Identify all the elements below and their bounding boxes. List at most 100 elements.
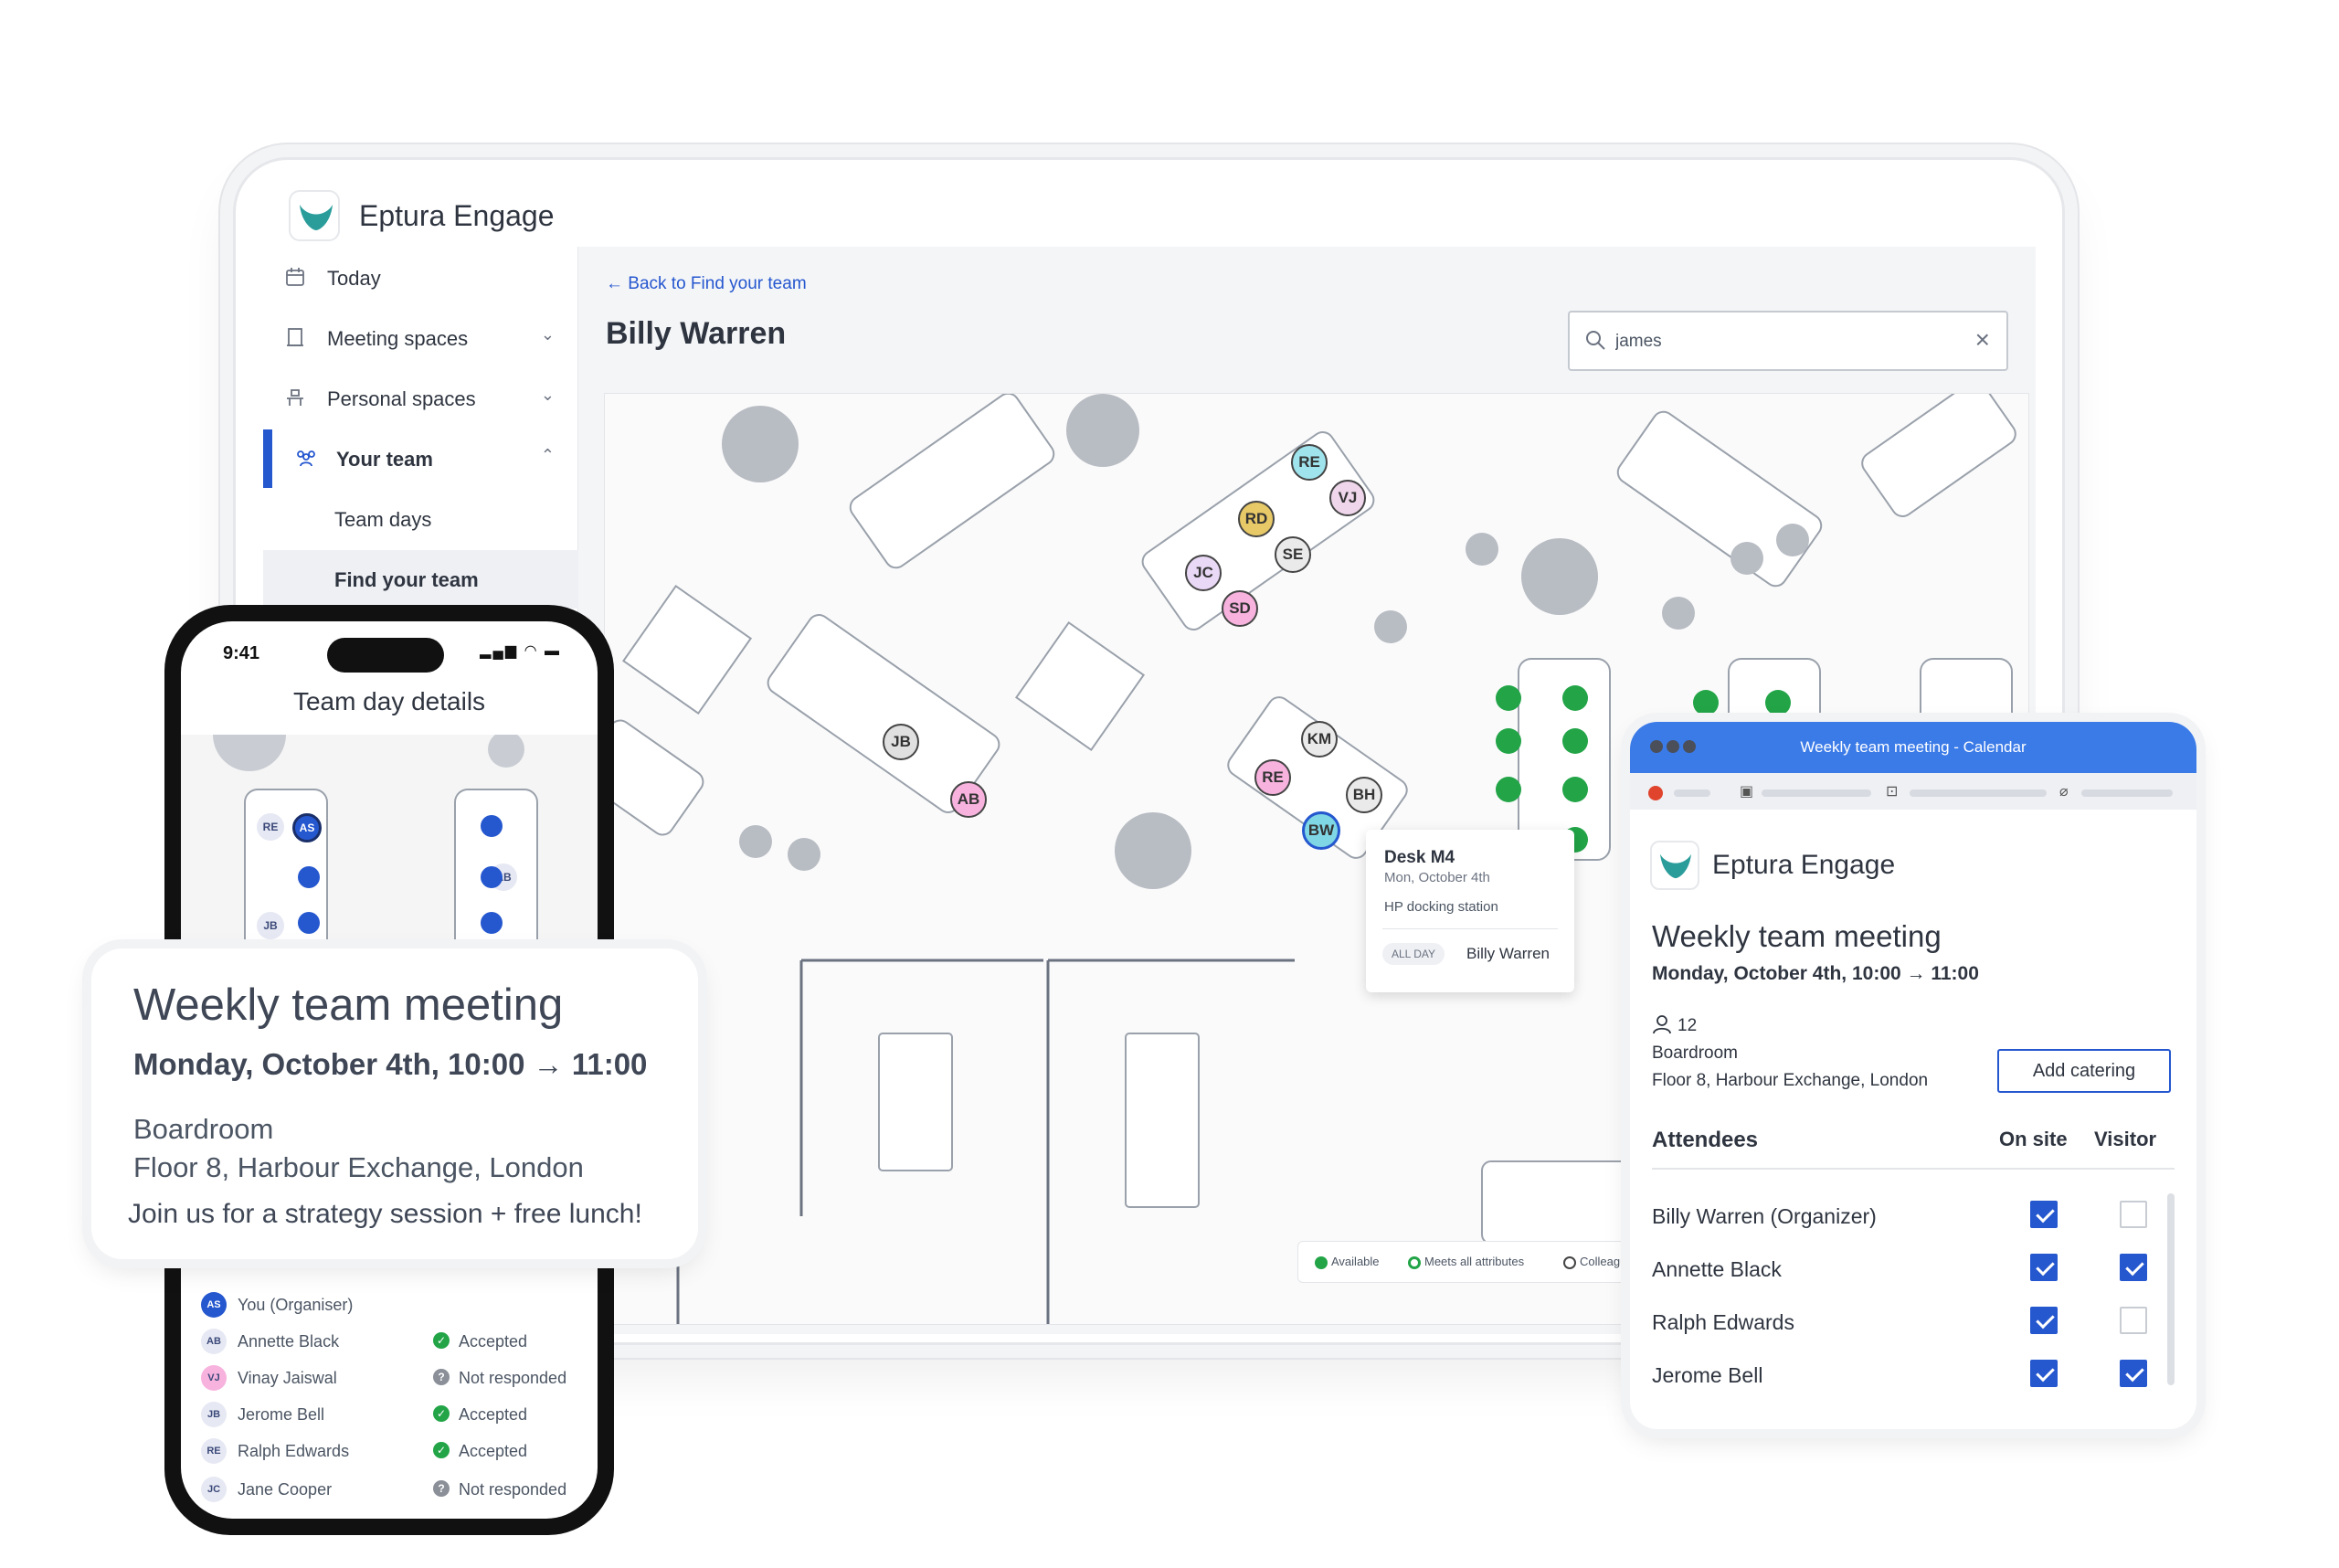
sidebar-item-label: Your team — [336, 448, 433, 471]
attendee-row[interactable]: JB Jerome Bell ✓ Accepted — [201, 1402, 585, 1429]
attendee-row[interactable]: AS You (Organiser) — [201, 1292, 585, 1319]
available-desk-dot[interactable] — [1693, 690, 1719, 715]
on-site-checkbox[interactable] — [2030, 1307, 2058, 1334]
attendee-name: You (Organiser) — [238, 1296, 354, 1314]
avatar[interactable]: BH — [1346, 777, 1382, 813]
available-desk-dot[interactable] — [298, 866, 320, 888]
page-title: Billy Warren — [606, 316, 787, 351]
avatar: JB — [201, 1402, 227, 1427]
desk-info-card[interactable]: Desk M4 Mon, October 4th HP docking stat… — [1366, 830, 1574, 992]
avatar[interactable]: RE — [1254, 759, 1291, 796]
avatar: JC — [201, 1477, 227, 1502]
visitor-checkbox[interactable] — [2120, 1254, 2147, 1281]
available-desk-dot[interactable] — [481, 866, 503, 888]
search-field[interactable]: × — [1568, 311, 2008, 371]
search-icon — [1584, 329, 1606, 355]
desk-equipment: HP docking station — [1384, 899, 1498, 915]
on-site-checkbox[interactable] — [2030, 1360, 2058, 1387]
attendee-row[interactable]: AB Annette Black ✓ Accepted — [201, 1329, 585, 1356]
eptura-logo-icon — [1650, 841, 1699, 890]
avatar[interactable]: JB — [883, 724, 919, 760]
desk-user: Billy Warren — [1466, 945, 1550, 962]
meeting-title: Weekly team meeting — [133, 980, 564, 1030]
sidebar-item-your-team[interactable]: Your team ⌃ — [263, 429, 578, 488]
sidebar-item-find-your-team[interactable]: Find your team — [263, 550, 578, 609]
avatar[interactable]: JB — [257, 912, 284, 939]
attendee-name: Ralph Edwards — [238, 1442, 350, 1460]
avatar[interactable]: BW — [1302, 811, 1340, 850]
chevron-down-icon[interactable]: ⌄ — [541, 386, 555, 405]
window-title: Weekly team meeting - Calendar — [1800, 738, 2027, 756]
meeting-address: Floor 8, Harbour Exchange, London — [133, 1151, 584, 1183]
avatar[interactable]: JC — [1185, 555, 1222, 591]
available-desk-dot[interactable] — [1496, 777, 1521, 802]
record-icon[interactable] — [1648, 786, 1663, 800]
search-input[interactable] — [1615, 327, 1944, 356]
phone-attendee-list: AS You (Organiser) AB Annette Black ✓ Ac… — [181, 1279, 598, 1519]
back-link[interactable]: ← Back to Find your team — [606, 274, 807, 294]
chevron-down-icon[interactable]: ⌄ — [541, 325, 555, 344]
available-desk-dot[interactable] — [1562, 685, 1588, 711]
window-titlebar: Weekly team meeting - Calendar — [1630, 722, 2196, 773]
available-desk-dot[interactable] — [1562, 777, 1588, 802]
avatar: VJ — [201, 1365, 227, 1391]
visitor-checkbox[interactable] — [2120, 1360, 2147, 1387]
attendee-status: Not responded — [459, 1369, 567, 1387]
meeting-room: Boardroom — [1652, 1044, 1738, 1063]
legend-item: Available — [1315, 1255, 1380, 1269]
available-dot-icon — [1315, 1255, 1328, 1269]
attendee-row: Billy Warren (Organizer) — [1652, 1197, 2182, 1234]
sidebar-item-team-days[interactable]: Team days — [263, 490, 578, 548]
on-site-checkbox[interactable] — [2030, 1201, 2058, 1228]
available-desk-dot[interactable] — [1496, 685, 1521, 711]
available-desk-dot[interactable] — [1765, 690, 1791, 715]
avatar[interactable]: VJ — [1329, 480, 1366, 516]
attendee-name: Vinay Jaiswal — [238, 1369, 337, 1387]
door-icon — [285, 327, 309, 351]
attendee-row: Jerome Bell — [1652, 1356, 2182, 1393]
visitor-checkbox[interactable] — [2120, 1307, 2147, 1334]
attachment-icon[interactable]: ⌀ — [2059, 782, 2069, 800]
calendar-window: Weekly team meeting - Calendar ▣ ⊡ ⌀ Ept… — [1630, 722, 2196, 1429]
clear-search-icon[interactable]: × — [1975, 325, 1990, 355]
available-desk-dot[interactable] — [298, 912, 320, 934]
avatar[interactable]: SE — [1275, 536, 1311, 573]
toolbar-placeholder — [1910, 789, 2047, 797]
on-site-checkbox[interactable] — [2030, 1254, 2058, 1281]
avatar[interactable]: AS — [292, 813, 322, 842]
available-desk-dot[interactable] — [481, 912, 503, 934]
meeting-summary-card[interactable]: Weekly team meeting Monday, October 4th,… — [91, 948, 698, 1259]
desk-date: Mon, October 4th — [1384, 870, 1490, 885]
add-catering-button[interactable]: Add catering — [1997, 1049, 2171, 1093]
avatar[interactable]: RD — [1238, 501, 1275, 537]
attendee-row[interactable]: RE Ralph Edwards ✓ Accepted — [201, 1438, 585, 1466]
attendee-name: Jerome Bell — [238, 1405, 325, 1424]
attendee-status: Not responded — [459, 1480, 567, 1499]
calendar-brand: Eptura Engage — [1712, 850, 1896, 880]
avatar[interactable]: AB — [950, 781, 987, 818]
eptura-logo-icon — [289, 190, 340, 241]
chevron-up-icon[interactable]: ⌃ — [541, 446, 555, 465]
attendee-name: Ralph Edwards — [1652, 1310, 1794, 1334]
sidebar-item-meeting-spaces[interactable]: Meeting spaces ⌄ — [263, 309, 578, 367]
legend-label: Meets all attributes — [1424, 1255, 1525, 1268]
sidebar-item-today[interactable]: Today — [263, 249, 578, 307]
scrollbar[interactable] — [2167, 1193, 2175, 1385]
image-icon[interactable]: ▣ — [1740, 782, 1753, 800]
available-desk-dot[interactable] — [1562, 728, 1588, 754]
sidebar-item-personal-spaces[interactable]: Personal spaces ⌄ — [263, 369, 578, 428]
camera-icon[interactable]: ⊡ — [1886, 782, 1898, 800]
attendee-row[interactable]: JC Jane Cooper ? Not responded — [201, 1477, 585, 1504]
avatar[interactable]: RE — [1291, 444, 1328, 481]
attendee-row[interactable]: VJ Vinay Jaiswal ? Not responded — [201, 1365, 585, 1393]
legend-item: Colleague — [1563, 1255, 1634, 1269]
attendee-row: Annette Black — [1652, 1250, 2182, 1287]
avatar[interactable]: RE — [257, 813, 284, 841]
available-desk-dot[interactable] — [481, 815, 503, 837]
check-circle-icon: ✓ — [433, 1332, 450, 1349]
avatar[interactable]: SD — [1222, 590, 1258, 627]
phone-floor-map[interactable] — [181, 698, 598, 973]
available-desk-dot[interactable] — [1496, 728, 1521, 754]
avatar[interactable]: KM — [1301, 721, 1338, 758]
visitor-checkbox[interactable] — [2120, 1201, 2147, 1228]
